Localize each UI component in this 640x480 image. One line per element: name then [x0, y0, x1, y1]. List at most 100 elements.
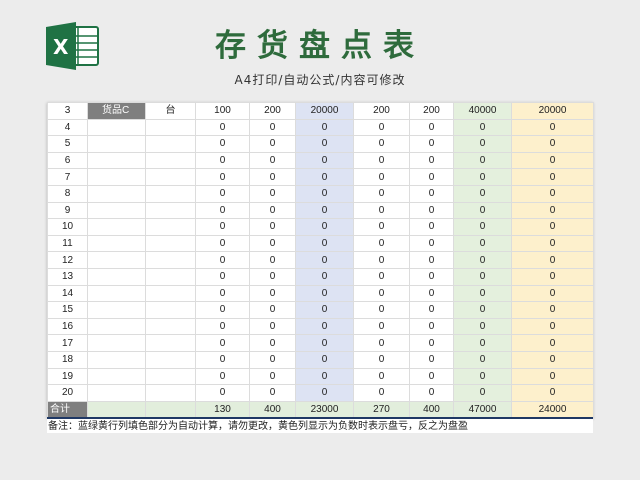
table-cell-c4[interactable]: 0	[195, 251, 250, 269]
table-cell-c7[interactable]: 0	[353, 267, 410, 286]
table-cell-c4[interactable]: 0	[195, 367, 250, 386]
table-cell-unit[interactable]	[145, 251, 196, 269]
table-cell-c4[interactable]: 0	[195, 284, 250, 303]
table-cell-c4[interactable]: 0	[195, 151, 250, 170]
table-cell-c7[interactable]: 0	[353, 201, 410, 220]
table-cell-c9[interactable]: 0	[453, 251, 512, 269]
table-cell-c6[interactable]: 0	[295, 284, 354, 303]
table-cell-c8[interactable]: 0	[409, 367, 454, 386]
table-cell-c9[interactable]: 0	[453, 234, 512, 253]
table-cell-c8[interactable]: 0	[409, 218, 454, 236]
table-cell-unit[interactable]	[145, 218, 196, 236]
table-cell-c8[interactable]: 0	[409, 234, 454, 253]
table-cell-no[interactable]: 6	[47, 151, 88, 170]
table-cell-c4[interactable]: 0	[195, 334, 250, 352]
table-cell-product[interactable]	[87, 284, 146, 303]
table-cell-no[interactable]: 17	[47, 334, 88, 352]
table-cell-c5[interactable]: 0	[249, 135, 296, 153]
table-cell-product[interactable]	[87, 267, 146, 286]
table-cell-c4[interactable]: 0	[195, 317, 250, 336]
table-cell-unit[interactable]	[145, 201, 196, 220]
table-cell-c9[interactable]: 0	[453, 151, 512, 170]
table-cell-product[interactable]	[87, 317, 146, 336]
table-cell-c5[interactable]: 0	[249, 201, 296, 220]
table-cell-no[interactable]: 11	[47, 234, 88, 253]
table-cell-c7[interactable]: 0	[353, 184, 410, 203]
table-cell-c9[interactable]: 0	[453, 267, 512, 286]
table-cell-c10[interactable]: 0	[511, 168, 594, 186]
table-cell-c7[interactable]: 0	[353, 135, 410, 153]
table-cell-product[interactable]	[87, 218, 146, 236]
table-cell-c4[interactable]: 0	[195, 218, 250, 236]
table-cell-no[interactable]: 9	[47, 201, 88, 220]
table-cell-c9[interactable]: 0	[453, 218, 512, 236]
table-cell-c5[interactable]: 0	[249, 218, 296, 236]
table-cell-c5[interactable]: 0	[249, 234, 296, 253]
table-cell-c8[interactable]: 0	[409, 184, 454, 203]
table-cell-c6[interactable]: 0	[295, 168, 354, 186]
table-cell-c6[interactable]: 0	[295, 317, 354, 336]
table-cell-c4[interactable]: 0	[195, 234, 250, 253]
table-cell-c5[interactable]: 0	[249, 301, 296, 319]
table-cell-c7[interactable]: 0	[353, 367, 410, 386]
table-cell-no[interactable]: 16	[47, 317, 88, 336]
table-cell-c8[interactable]: 0	[409, 384, 454, 402]
table-cell-c10[interactable]: 0	[511, 267, 594, 286]
table-cell-c4[interactable]: 0	[195, 301, 250, 319]
table-cell-c9[interactable]: 0	[453, 367, 512, 386]
table-cell-c6[interactable]: 0	[295, 367, 354, 386]
table-cell-c7[interactable]: 200	[353, 102, 410, 120]
table-cell-product[interactable]	[87, 234, 146, 253]
table-cell-c6[interactable]: 0	[295, 251, 354, 269]
table-cell-unit[interactable]	[145, 367, 196, 386]
table-cell-no[interactable]: 20	[47, 384, 88, 402]
table-cell-c8[interactable]: 0	[409, 284, 454, 303]
table-cell-c5[interactable]: 0	[249, 384, 296, 402]
table-cell-c6[interactable]: 0	[295, 301, 354, 319]
table-cell-c7[interactable]: 0	[353, 334, 410, 352]
table-cell-unit[interactable]	[145, 234, 196, 253]
table-cell-c4[interactable]: 0	[195, 201, 250, 220]
table-cell-c9[interactable]: 0	[453, 284, 512, 303]
table-cell-no[interactable]: 14	[47, 284, 88, 303]
table-cell-c8[interactable]: 0	[409, 301, 454, 319]
table-cell-no[interactable]: 10	[47, 218, 88, 236]
table-cell-c10[interactable]: 0	[511, 301, 594, 319]
table-cell-unit[interactable]	[145, 384, 196, 402]
table-cell-c9[interactable]: 0	[453, 184, 512, 203]
table-cell-c10[interactable]: 0	[511, 218, 594, 236]
table-cell-c4[interactable]: 0	[195, 168, 250, 186]
table-cell-unit[interactable]	[145, 350, 196, 369]
table-cell-c8[interactable]: 0	[409, 201, 454, 220]
table-cell-no[interactable]: 19	[47, 367, 88, 386]
table-cell-c5[interactable]: 0	[249, 151, 296, 170]
table-cell-c4[interactable]: 0	[195, 267, 250, 286]
table-cell-no[interactable]: 5	[47, 135, 88, 153]
table-cell-c9[interactable]: 0	[453, 135, 512, 153]
table-cell-c6[interactable]: 0	[295, 151, 354, 170]
table-cell-c9[interactable]: 0	[453, 168, 512, 186]
table-cell-c9[interactable]: 40000	[453, 102, 512, 120]
table-cell-c7[interactable]: 0	[353, 151, 410, 170]
table-cell-c9[interactable]: 0	[453, 334, 512, 352]
table-cell-c7[interactable]: 0	[353, 218, 410, 236]
table-cell-product[interactable]	[87, 184, 146, 203]
table-cell-c5[interactable]: 200	[249, 102, 296, 120]
table-cell-unit[interactable]	[145, 317, 196, 336]
table-cell-c4[interactable]: 0	[195, 350, 250, 369]
table-cell-c5[interactable]: 0	[249, 267, 296, 286]
table-cell-c5[interactable]: 0	[249, 317, 296, 336]
table-cell-c9[interactable]: 0	[453, 384, 512, 402]
table-cell-unit[interactable]	[145, 168, 196, 186]
table-cell-c6[interactable]: 0	[295, 334, 354, 352]
table-cell-c6[interactable]: 0	[295, 218, 354, 236]
table-cell-unit[interactable]	[145, 118, 196, 137]
table-cell-no[interactable]: 13	[47, 267, 88, 286]
table-cell-c10[interactable]: 0	[511, 184, 594, 203]
table-cell-c10[interactable]: 0	[511, 350, 594, 369]
table-cell-c7[interactable]: 0	[353, 384, 410, 402]
table-cell-c9[interactable]: 0	[453, 301, 512, 319]
table-cell-product[interactable]	[87, 367, 146, 386]
table-cell-c5[interactable]: 0	[249, 350, 296, 369]
table-cell-c6[interactable]: 0	[295, 350, 354, 369]
